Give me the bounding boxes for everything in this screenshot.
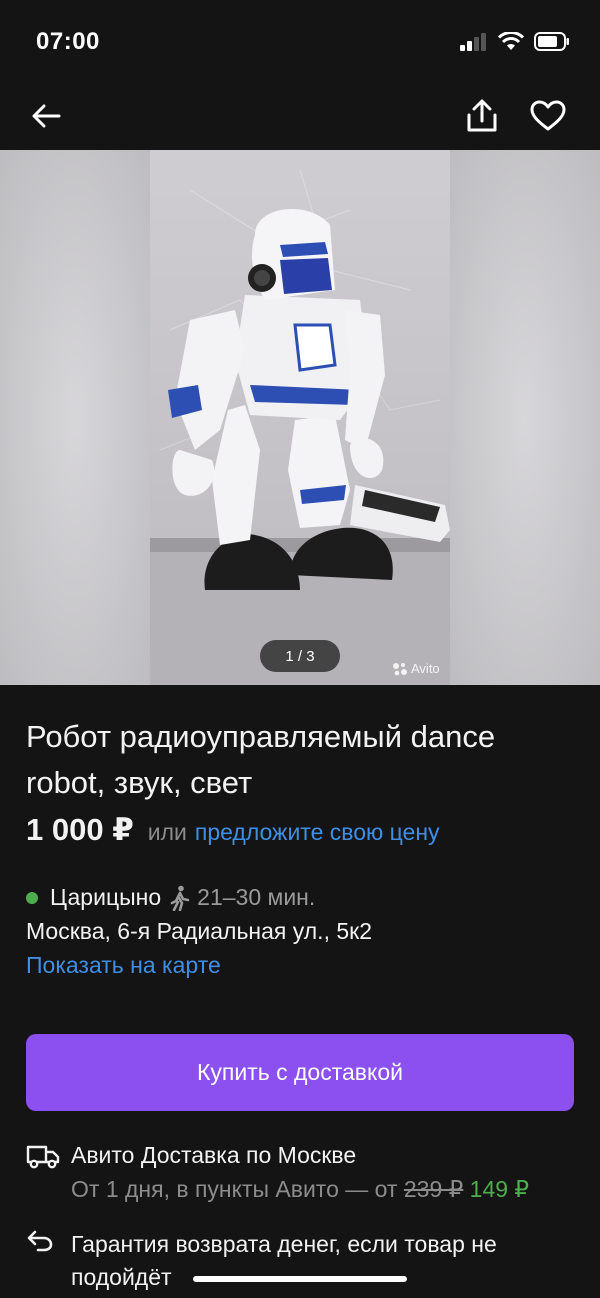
price: 1 000 ₽ — [26, 812, 134, 847]
buy-with-delivery-button[interactable]: Купить с доставкой — [26, 1034, 574, 1111]
photo-counter: 1 / 3 — [260, 640, 340, 672]
guarantee-text: Гарантия возврата денег, если товар не п… — [71, 1231, 497, 1290]
listing-title: Робот радиоуправляемый dance robot, звук… — [26, 719, 496, 800]
wifi-icon — [498, 32, 524, 50]
gallery-blur-right — [450, 150, 600, 685]
address: Москва, 6-я Радиальная ул., 5к2 — [26, 918, 372, 944]
delivery-terms: От 1 дня, в пункты Авито — от — [71, 1176, 398, 1202]
share-button[interactable] — [460, 94, 504, 138]
home-indicator[interactable] — [193, 1276, 407, 1282]
avito-watermark: Avito — [392, 661, 440, 676]
product-photo[interactable] — [150, 150, 450, 685]
share-icon — [467, 99, 497, 132]
walk-time: 21–30 мин. — [197, 884, 316, 910]
return-arrow-icon — [27, 1230, 53, 1252]
heart-icon — [530, 100, 566, 131]
show-on-map-link[interactable]: Показать на карте — [26, 952, 221, 979]
walk-icon — [170, 885, 190, 911]
photo-gallery[interactable]: 1 / 3 Avito — [0, 150, 600, 685]
metro-station: Царицыно — [50, 884, 162, 910]
status-icons — [460, 32, 570, 51]
price-or-label: или — [147, 819, 187, 845]
back-button[interactable] — [26, 96, 66, 136]
delivery-subtitle: От 1 дня, в пункты Авито — от 239 ₽ 149 … — [71, 1176, 529, 1203]
status-time: 07:00 — [36, 28, 100, 55]
offer-price-link[interactable]: предложите свою цену — [195, 819, 440, 846]
metro-line-dot — [26, 891, 38, 904]
gallery-blur-left — [0, 150, 150, 685]
battery-icon — [534, 32, 569, 51]
delivery-title: Авито Доставка по Москве — [71, 1142, 357, 1168]
nav-bar — [0, 88, 600, 150]
favorite-button[interactable] — [526, 94, 570, 138]
delivery-old-price: 239 ₽ — [403, 1176, 464, 1202]
metro-row: Царицыно 21–30 мин. — [26, 884, 315, 911]
back-arrow-icon — [32, 104, 61, 128]
avito-logo-icon — [393, 662, 407, 675]
status-bar: 07:00 — [0, 0, 600, 88]
robot-image — [150, 169, 450, 685]
signal-icon — [460, 32, 486, 51]
price-row: 1 000 ₽ или предложите свою цену — [26, 812, 440, 848]
watermark-text: Avito — [411, 661, 440, 676]
delivery-new-price: 149 ₽ — [469, 1176, 530, 1202]
truck-icon — [26, 1145, 60, 1169]
